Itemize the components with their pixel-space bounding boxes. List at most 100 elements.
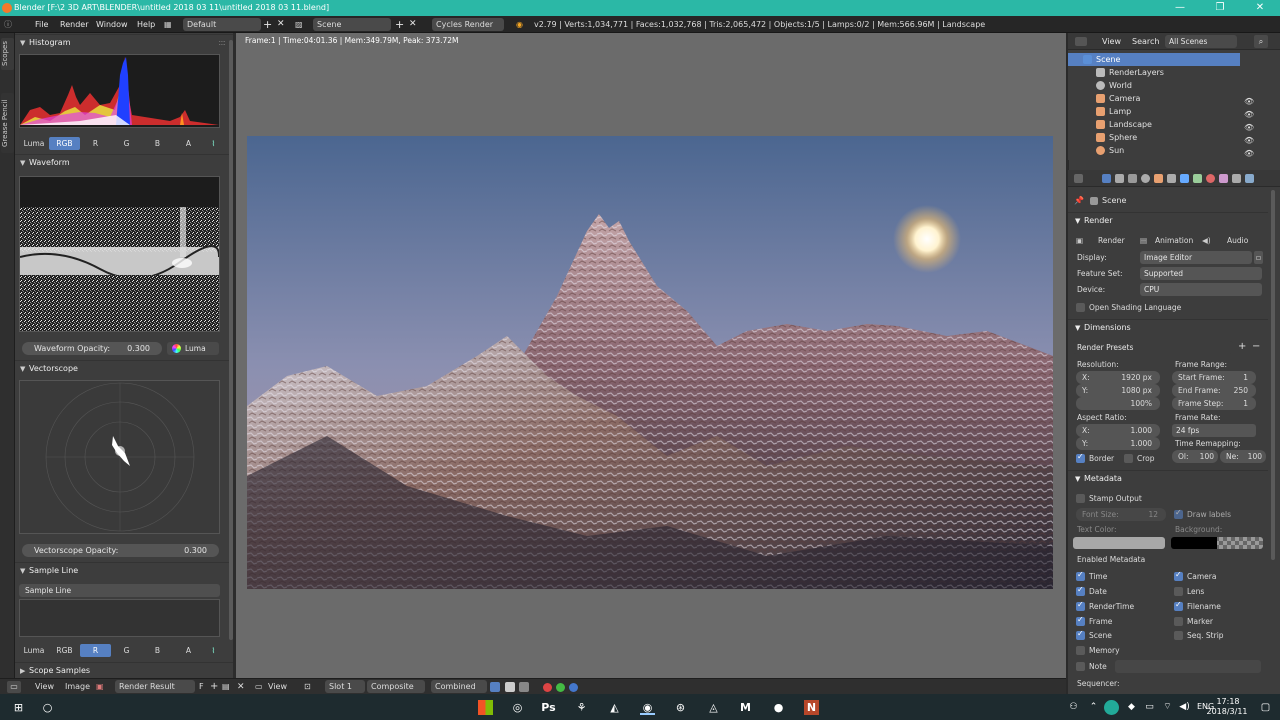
volume-icon[interactable]: ◀) — [1177, 700, 1192, 715]
app-icon[interactable]: ⊛ — [673, 700, 688, 715]
meta-memory-checkbox[interactable] — [1076, 646, 1085, 655]
outliner-item-world[interactable]: World — [1068, 79, 1280, 92]
material-tab-icon[interactable] — [1206, 174, 1215, 183]
menu-help[interactable]: Help — [137, 16, 155, 33]
open-image-icon[interactable]: ▤ — [222, 679, 230, 695]
featureset-dropdown[interactable]: Supported — [1140, 267, 1262, 280]
menu-image[interactable]: Image — [65, 679, 90, 695]
network-icon[interactable]: ⌔ — [1160, 700, 1175, 715]
scene-icon[interactable]: ▨ — [295, 16, 303, 33]
render-tab-icon[interactable] — [1102, 174, 1111, 183]
tray-app-icon[interactable]: ◆ — [1124, 700, 1139, 715]
scene-selector[interactable]: Scene — [313, 18, 391, 31]
meta-rendertime-checkbox[interactable] — [1076, 600, 1085, 611]
render-layer-dropdown[interactable]: Composite — [367, 680, 425, 693]
screen-layout-icon[interactable]: ▦ — [164, 16, 172, 33]
note-text-field[interactable] — [1115, 660, 1261, 673]
view-mode-icon[interactable]: ▭ — [255, 679, 263, 695]
lock-icon[interactable]: ▫ — [1254, 251, 1263, 264]
audio-button[interactable]: Audio — [1227, 234, 1248, 247]
pin-icon[interactable]: 📌 — [1074, 196, 1084, 205]
outliner-search-menu[interactable]: Search — [1132, 37, 1159, 46]
editor-type-icon[interactable] — [1075, 37, 1087, 46]
render-result-image[interactable] — [247, 136, 1053, 589]
data-tab-icon[interactable] — [1193, 174, 1202, 183]
outliner-item-renderlayers[interactable]: RenderLayers — [1068, 66, 1280, 79]
resolution-y-field[interactable]: Y: 1080 px — [1076, 384, 1160, 397]
text-color-swatch[interactable] — [1073, 537, 1165, 549]
channel-b[interactable]: B — [142, 137, 173, 150]
display-alpha-icon[interactable] — [490, 682, 500, 692]
menu-file[interactable]: File — [35, 16, 48, 33]
channel-a[interactable]: A — [173, 137, 204, 150]
blender-taskbar-icon[interactable]: ◉ — [640, 700, 655, 715]
properties-scrollbar[interactable] — [1271, 190, 1275, 560]
modifiers-tab-icon[interactable] — [1180, 174, 1189, 183]
render-slot-dropdown[interactable]: Slot 1 — [325, 680, 365, 693]
channel-luma[interactable]: Luma — [19, 644, 49, 657]
channel-r[interactable]: R — [80, 644, 111, 657]
particles-tab-icon[interactable] — [1232, 174, 1241, 183]
channel-red-icon[interactable] — [543, 683, 552, 692]
editor-type-icon[interactable]: ⓘ — [4, 16, 16, 33]
meta-date-checkbox[interactable] — [1076, 585, 1085, 596]
background-color-swatch[interactable] — [1171, 537, 1263, 549]
resolution-percentage-field[interactable]: 100% — [1076, 397, 1160, 410]
physics-tab-icon[interactable] — [1245, 174, 1254, 183]
minimize-button[interactable]: — — [1160, 0, 1200, 16]
waveform-header[interactable]: ▼ Waveform — [15, 154, 233, 170]
channel-g[interactable]: G — [111, 644, 142, 657]
clock-date[interactable]: 2018/3/11 — [1202, 707, 1252, 716]
render-presets-dropdown[interactable]: Render Presets — [1073, 341, 1233, 354]
display-dropdown[interactable]: Image Editor — [1140, 251, 1252, 264]
histogram-header[interactable]: ▼ Histogram :::: — [15, 34, 233, 50]
log-scale-icon[interactable]: ⌇ — [207, 644, 220, 657]
meta-seqstrip-checkbox[interactable] — [1174, 631, 1183, 640]
app-m-icon[interactable]: M — [738, 700, 753, 715]
meta-time-checkbox[interactable] — [1076, 570, 1085, 581]
waveform-opacity-slider[interactable]: Waveform Opacity: 0.300 — [22, 342, 162, 355]
scene-tab-icon[interactable] — [1128, 174, 1137, 183]
meta-scene-checkbox[interactable] — [1076, 629, 1085, 640]
sample-line-header[interactable]: ▼ Sample Line — [15, 562, 233, 578]
restore-button[interactable]: ❐ — [1200, 0, 1240, 16]
metadata-panel-header[interactable]: ▼ Metadata — [1068, 470, 1268, 486]
image-name-field[interactable]: Render Result — [115, 680, 195, 693]
outliner-item-scene[interactable]: Scene — [1068, 53, 1240, 66]
notifications-icon[interactable]: ▢ — [1258, 700, 1273, 715]
remove-layout-icon[interactable]: ✕ — [277, 16, 285, 33]
osl-checkbox[interactable] — [1076, 303, 1085, 312]
frame-step-field[interactable]: Frame Step: 1 — [1172, 397, 1256, 410]
tab-grease-pencil[interactable]: Grease Pencil — [1, 93, 14, 153]
windows-start-icon[interactable]: ⊞ — [11, 700, 26, 715]
fake-user-button[interactable]: F — [199, 679, 204, 695]
close-button[interactable]: ✕ — [1240, 0, 1280, 16]
channel-r[interactable]: R — [80, 137, 111, 150]
menu-render[interactable]: Render — [60, 16, 88, 33]
meta-lens-checkbox[interactable] — [1174, 587, 1183, 596]
meta-note-checkbox[interactable] — [1076, 662, 1085, 671]
store-icon[interactable] — [478, 700, 493, 715]
visibility-eye-icon[interactable]: 👁 👁 👁 👁 👁 — [1244, 95, 1254, 160]
time-remap-old-field[interactable]: Ol: 100 — [1172, 450, 1218, 463]
cortana-search-icon[interactable]: ○ — [40, 700, 55, 715]
channel-a[interactable]: A — [173, 644, 204, 657]
tray-app-icon[interactable] — [1104, 700, 1119, 715]
aspect-x-field[interactable]: X: 1.000 — [1076, 424, 1160, 437]
draw-labels-checkbox[interactable] — [1174, 508, 1183, 519]
crop-checkbox[interactable] — [1124, 454, 1133, 463]
layout-selector[interactable]: Default — [183, 18, 261, 31]
render-pass-dropdown[interactable]: Combined — [431, 680, 487, 693]
vectorscope-opacity-slider[interactable]: Vectorscope Opacity: 0.300 — [22, 544, 219, 557]
start-frame-field[interactable]: Start Frame: 1 — [1172, 371, 1256, 384]
remove-preset-icon[interactable]: − — [1252, 340, 1260, 353]
log-scale-icon[interactable]: ⌇ — [207, 137, 220, 150]
tab-scopes[interactable]: Scopes — [1, 38, 14, 70]
channel-g[interactable]: G — [111, 137, 142, 150]
outliner-view-menu[interactable]: View — [1102, 37, 1121, 46]
app-icon[interactable]: ● — [771, 700, 786, 715]
render-engine-selector[interactable]: Cycles Render — [432, 18, 504, 31]
app-icon[interactable]: ⚘ — [574, 700, 589, 715]
view-mode-dropdown[interactable]: View — [268, 679, 287, 695]
new-image-icon[interactable]: + — [210, 679, 218, 695]
